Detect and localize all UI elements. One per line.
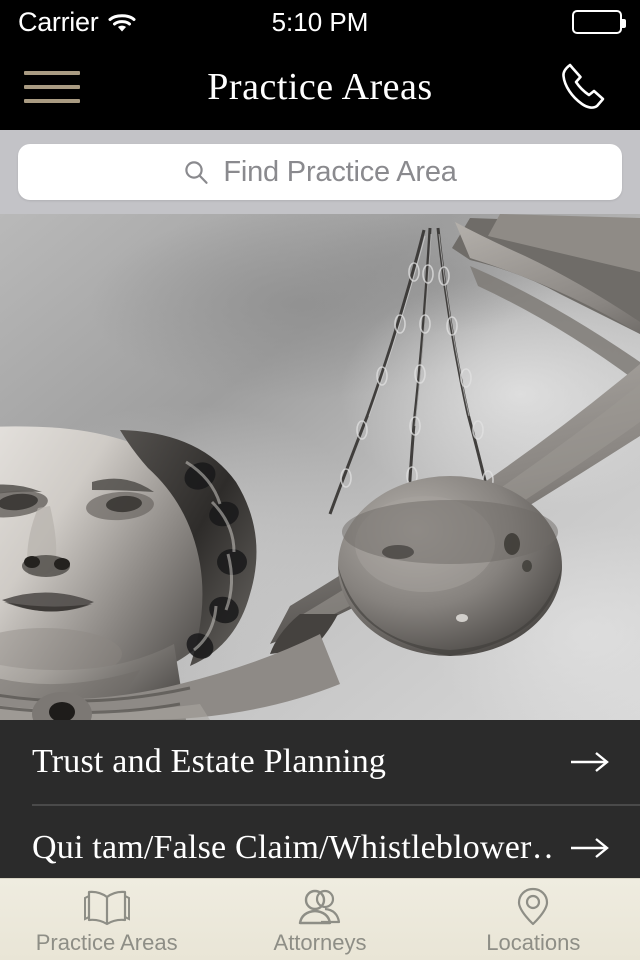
app-screen: Carrier 5:10 PM Practice Areas Find Prac… — [0, 0, 640, 960]
tab-label: Locations — [486, 929, 581, 955]
search-input[interactable]: Find Practice Area — [18, 144, 622, 200]
search-bar-container: Find Practice Area — [0, 130, 640, 214]
list-item[interactable]: Qui tam/False Claim/Whistleblower… — [0, 806, 640, 878]
search-icon — [185, 161, 208, 184]
status-bar-left: Carrier — [18, 7, 136, 38]
phone-call-button[interactable] — [552, 55, 616, 119]
tab-locations[interactable]: Locations — [427, 879, 640, 960]
list-item-label: Qui tam/False Claim/Whistleblower… — [32, 829, 554, 866]
lady-justice-statue-photo — [0, 214, 640, 720]
battery-full-icon — [572, 10, 626, 34]
tab-label: Attorneys — [273, 929, 367, 955]
wifi-icon — [108, 12, 136, 33]
phone-icon — [562, 63, 605, 109]
search-placeholder: Find Practice Area — [223, 155, 457, 188]
tab-practice-areas[interactable]: Practice Areas — [0, 879, 213, 960]
carrier-label: Carrier — [18, 6, 99, 37]
page-title: Practice Areas — [207, 66, 433, 108]
navigation-bar: Practice Areas — [0, 44, 640, 130]
list-item-label: Trust and Estate Planning — [32, 743, 387, 780]
status-bar-right — [572, 10, 626, 34]
tab-bar: Practice Areas Attorneys Locations — [0, 878, 640, 960]
people-icon — [298, 889, 341, 924]
open-book-icon — [83, 890, 130, 925]
hamburger-menu-icon[interactable] — [24, 67, 80, 107]
tab-label: Practice Areas — [35, 929, 178, 955]
arrow-right-icon — [571, 838, 609, 858]
tab-attorneys[interactable]: Attorneys — [213, 879, 426, 960]
status-bar: Carrier 5:10 PM — [0, 0, 640, 44]
arrow-right-icon — [571, 752, 609, 772]
map-pin-icon — [518, 887, 549, 925]
practice-areas-list: Trust and Estate Planning Qui tam/False … — [0, 720, 640, 878]
list-item[interactable]: Trust and Estate Planning — [0, 720, 640, 804]
